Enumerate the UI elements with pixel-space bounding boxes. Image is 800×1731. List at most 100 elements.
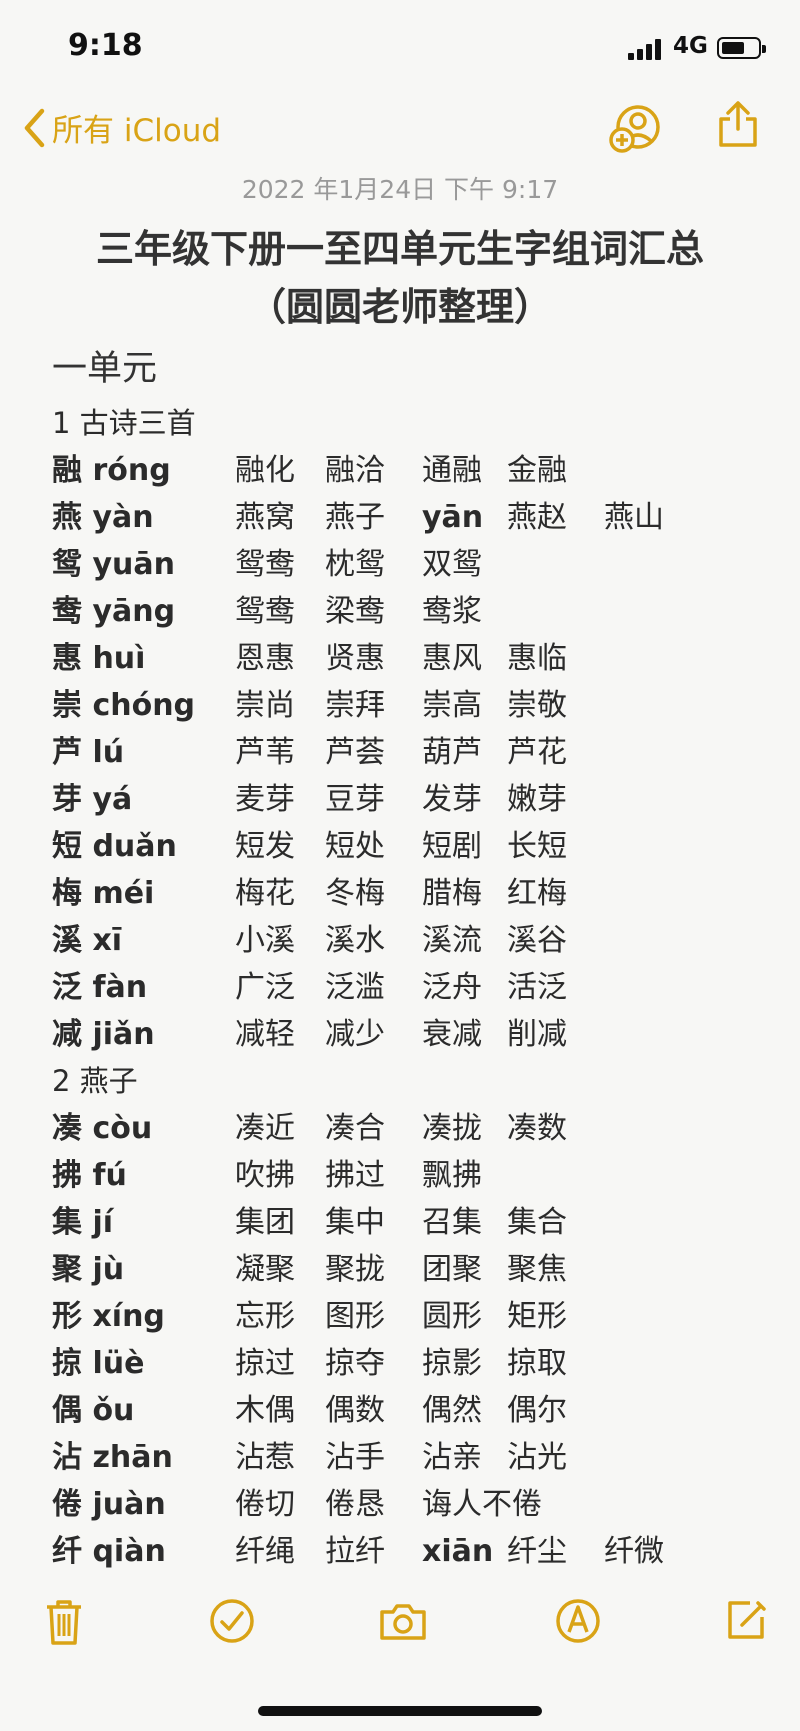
vocab-row: 减 jiǎn 减轻 减少 衰减 削减: [52, 1011, 772, 1058]
character: 形: [52, 1299, 82, 1334]
pinyin: méi: [82, 876, 155, 911]
character-pinyin: 溪 xī: [52, 917, 122, 964]
word: 沾惹: [235, 1440, 295, 1475]
word: 凑数: [507, 1111, 567, 1146]
word: 凑拢: [422, 1111, 482, 1146]
note-date: 2022 年1月24日 下午 9:17: [241, 175, 559, 204]
character-pinyin: 泛 fàn: [52, 964, 147, 1011]
vocab-row: 拂 fú 吹拂 拂过 飘拂: [52, 1152, 772, 1199]
status-time: 9:18: [68, 28, 143, 63]
word: 集中: [325, 1205, 385, 1240]
word: 沾手: [325, 1440, 385, 1475]
character-pinyin: 纤 qiàn: [52, 1528, 166, 1575]
word: 长短: [507, 829, 567, 864]
vocab-row: 鸳 yuān 鸳鸯 枕鸳 双鸳: [52, 541, 772, 588]
word: 召集: [422, 1205, 482, 1240]
vocab-row: 燕 yàn 燕窝 燕子 yān 燕赵 燕山: [52, 494, 772, 541]
character: 掠: [52, 1346, 82, 1381]
word: 矩形: [507, 1299, 567, 1334]
word: 减少: [325, 1017, 385, 1052]
character: 凑: [52, 1111, 82, 1146]
word: 双鸳: [422, 547, 482, 582]
section-heading: 2 燕子: [52, 1064, 138, 1098]
vocab-row: 泛 fàn 广泛 泛滥 泛舟 活泛: [52, 964, 772, 1011]
character: 偶: [52, 1393, 82, 1428]
camera-icon[interactable]: [378, 1602, 428, 1642]
note-body[interactable]: 1 古诗三首融 róng 融化 融洽 通融 金融燕 yàn 燕窝 燕子 yān 燕赵 燕山鸳 yu…: [52, 400, 772, 1575]
vocab-row: 凑 còu 凑近 凑合 凑拢 凑数: [52, 1105, 772, 1152]
vocab-row: 鸯 yāng 鸳鸯 梁鸯 鸯浆: [52, 588, 772, 635]
vocab-row: 形 xíng 忘形 图形 圆形 矩形: [52, 1293, 772, 1340]
word: 燕赵: [507, 500, 567, 535]
word: 短剧: [422, 829, 482, 864]
chevron-left-icon: [24, 108, 45, 147]
word: 融化: [235, 453, 295, 488]
word: 小溪: [235, 923, 295, 958]
share-icon[interactable]: [716, 99, 760, 149]
pen-circle-icon[interactable]: [555, 1598, 601, 1644]
character: 短: [52, 829, 82, 864]
trash-icon[interactable]: [44, 1598, 84, 1646]
word: 集团: [235, 1205, 295, 1240]
word: 崇尚: [235, 688, 295, 723]
compose-icon[interactable]: [724, 1598, 768, 1642]
word: 芦花: [507, 735, 567, 770]
word: 鸳鸯: [235, 547, 295, 582]
word: 忘形: [235, 1299, 295, 1334]
nav-bar: 所有 iCloud: [0, 95, 800, 165]
back-label: 所有 iCloud: [52, 113, 222, 149]
word: 芦苇: [235, 735, 295, 770]
character-pinyin: 芦 lú: [52, 729, 124, 776]
character-pinyin: 偶 ǒu: [52, 1387, 134, 1434]
vocab-row: 融 róng 融化 融洽 通融 金融: [52, 447, 772, 494]
pinyin: yāng: [82, 594, 176, 629]
word: 凝聚: [235, 1252, 295, 1287]
character: 梅: [52, 876, 82, 911]
word: 恩惠: [235, 641, 295, 676]
pinyin: yuān: [82, 547, 175, 582]
pinyin: duǎn: [82, 829, 177, 864]
status-bar: 9:18 4G: [0, 0, 800, 100]
character: 溪: [52, 923, 82, 958]
character-pinyin: 崇 chóng: [52, 682, 195, 729]
word: 红梅: [507, 876, 567, 911]
character: 融: [52, 453, 82, 488]
back-button[interactable]: 所有 iCloud: [22, 105, 221, 150]
word: 吹拂: [235, 1158, 295, 1193]
battery-icon: [717, 37, 766, 59]
add-people-icon[interactable]: [608, 103, 664, 155]
word: 融洽: [325, 453, 385, 488]
character: 惠: [52, 641, 82, 676]
word: 葫芦: [422, 735, 482, 770]
character-pinyin: 形 xíng: [52, 1293, 165, 1340]
word: 掠过: [235, 1346, 295, 1381]
character-pinyin: 倦 juàn: [52, 1481, 166, 1528]
checkmark-circle-icon[interactable]: [209, 1598, 255, 1644]
word: 木偶: [235, 1393, 295, 1428]
word: 芦荟: [325, 735, 385, 770]
character-pinyin: 掠 lüè: [52, 1340, 144, 1387]
word: 泛舟: [422, 970, 482, 1005]
word: 梅花: [235, 876, 295, 911]
vocab-row: 惠 huì 恩惠 贤惠 惠风 惠临: [52, 635, 772, 682]
word: 沾光: [507, 1440, 567, 1475]
word: 活泛: [507, 970, 567, 1005]
word: 溪水: [325, 923, 385, 958]
word: 鸯浆: [422, 594, 482, 629]
word: 短发: [235, 829, 295, 864]
word: 惠临: [507, 641, 567, 676]
pinyin: róng: [82, 453, 171, 488]
character-pinyin: 芽 yá: [52, 776, 132, 823]
character: 崇: [52, 688, 82, 723]
character-pinyin: 集 jí: [52, 1199, 113, 1246]
word: 豆芽: [325, 782, 385, 817]
home-indicator[interactable]: [258, 1706, 542, 1716]
word: 梁鸯: [325, 594, 385, 629]
character-pinyin: 减 jiǎn: [52, 1011, 155, 1058]
character-pinyin: 燕 yàn: [52, 494, 154, 541]
word: 掠影: [422, 1346, 482, 1381]
pinyin: còu: [82, 1111, 153, 1146]
pinyin: jí: [82, 1205, 114, 1240]
vocab-row: 溪 xī 小溪 溪水 溪流 溪谷: [52, 917, 772, 964]
character-pinyin: 鸳 yuān: [52, 541, 175, 588]
